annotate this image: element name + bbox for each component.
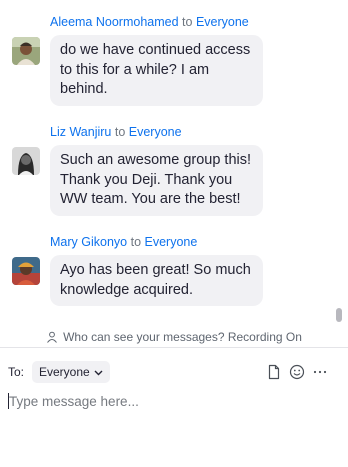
message-bubble: do we have continued access to this for … — [50, 35, 263, 106]
message-line: Thank you Deji. Thank you — [60, 171, 233, 188]
message-bubble: Ayo has been great! So much knowledge ac… — [50, 255, 263, 306]
more-icon[interactable] — [312, 364, 328, 380]
recipient-value: Everyone — [39, 365, 90, 379]
avatar — [12, 147, 40, 175]
recipient-dropdown[interactable]: Everyone — [32, 361, 110, 383]
message-line: Ayo has been great! So much — [60, 262, 251, 278]
message-line: Such an awesome group this! — [60, 152, 252, 168]
message-header: Mary Gikonyo to Everyone — [50, 235, 197, 249]
recipient-name[interactable]: Everyone — [145, 235, 198, 249]
message-line: to this for a while? I am — [60, 61, 210, 78]
message-header: Aleema Noormohamed to Everyone — [50, 15, 249, 29]
message-line: do we have continued access — [60, 42, 251, 58]
sender-name[interactable]: Aleema Noormohamed — [50, 15, 179, 29]
person-icon — [46, 331, 58, 343]
sender-name[interactable]: Liz Wanjiru — [50, 125, 111, 139]
to-word: to — [114, 125, 126, 139]
scrollbar-thumb[interactable] — [336, 308, 342, 322]
file-icon[interactable] — [266, 364, 282, 380]
to-label: To: — [8, 365, 25, 379]
avatar — [12, 257, 40, 285]
sender-name[interactable]: Mary Gikonyo — [50, 235, 127, 249]
recipient-name[interactable]: Everyone — [129, 125, 182, 139]
visibility-notice[interactable]: Who can see your messages? Recording On — [0, 326, 348, 348]
recipient-row: To: Everyone — [0, 360, 348, 384]
message-input[interactable] — [9, 393, 329, 409]
message-line: knowledge acquired. — [60, 281, 194, 298]
notice-text: Who can see your messages? Recording On — [63, 329, 302, 344]
to-word: to — [130, 235, 142, 249]
message-line: WW team. You are the best! — [60, 191, 241, 207]
emoji-icon[interactable] — [289, 364, 305, 380]
to-word: to — [182, 15, 193, 29]
message-line: behind. — [60, 81, 108, 97]
message-header: Liz Wanjiru to Everyone — [50, 125, 182, 139]
message-bubble: Such an awesome group this! Thank you De… — [50, 145, 263, 216]
chevron-down-icon — [94, 365, 103, 379]
recipient-name[interactable]: Everyone — [196, 15, 249, 29]
avatar — [12, 37, 40, 65]
chat-messages: Aleema Noormohamed to Everyone do we hav… — [0, 0, 348, 322]
message-compose — [8, 390, 338, 412]
